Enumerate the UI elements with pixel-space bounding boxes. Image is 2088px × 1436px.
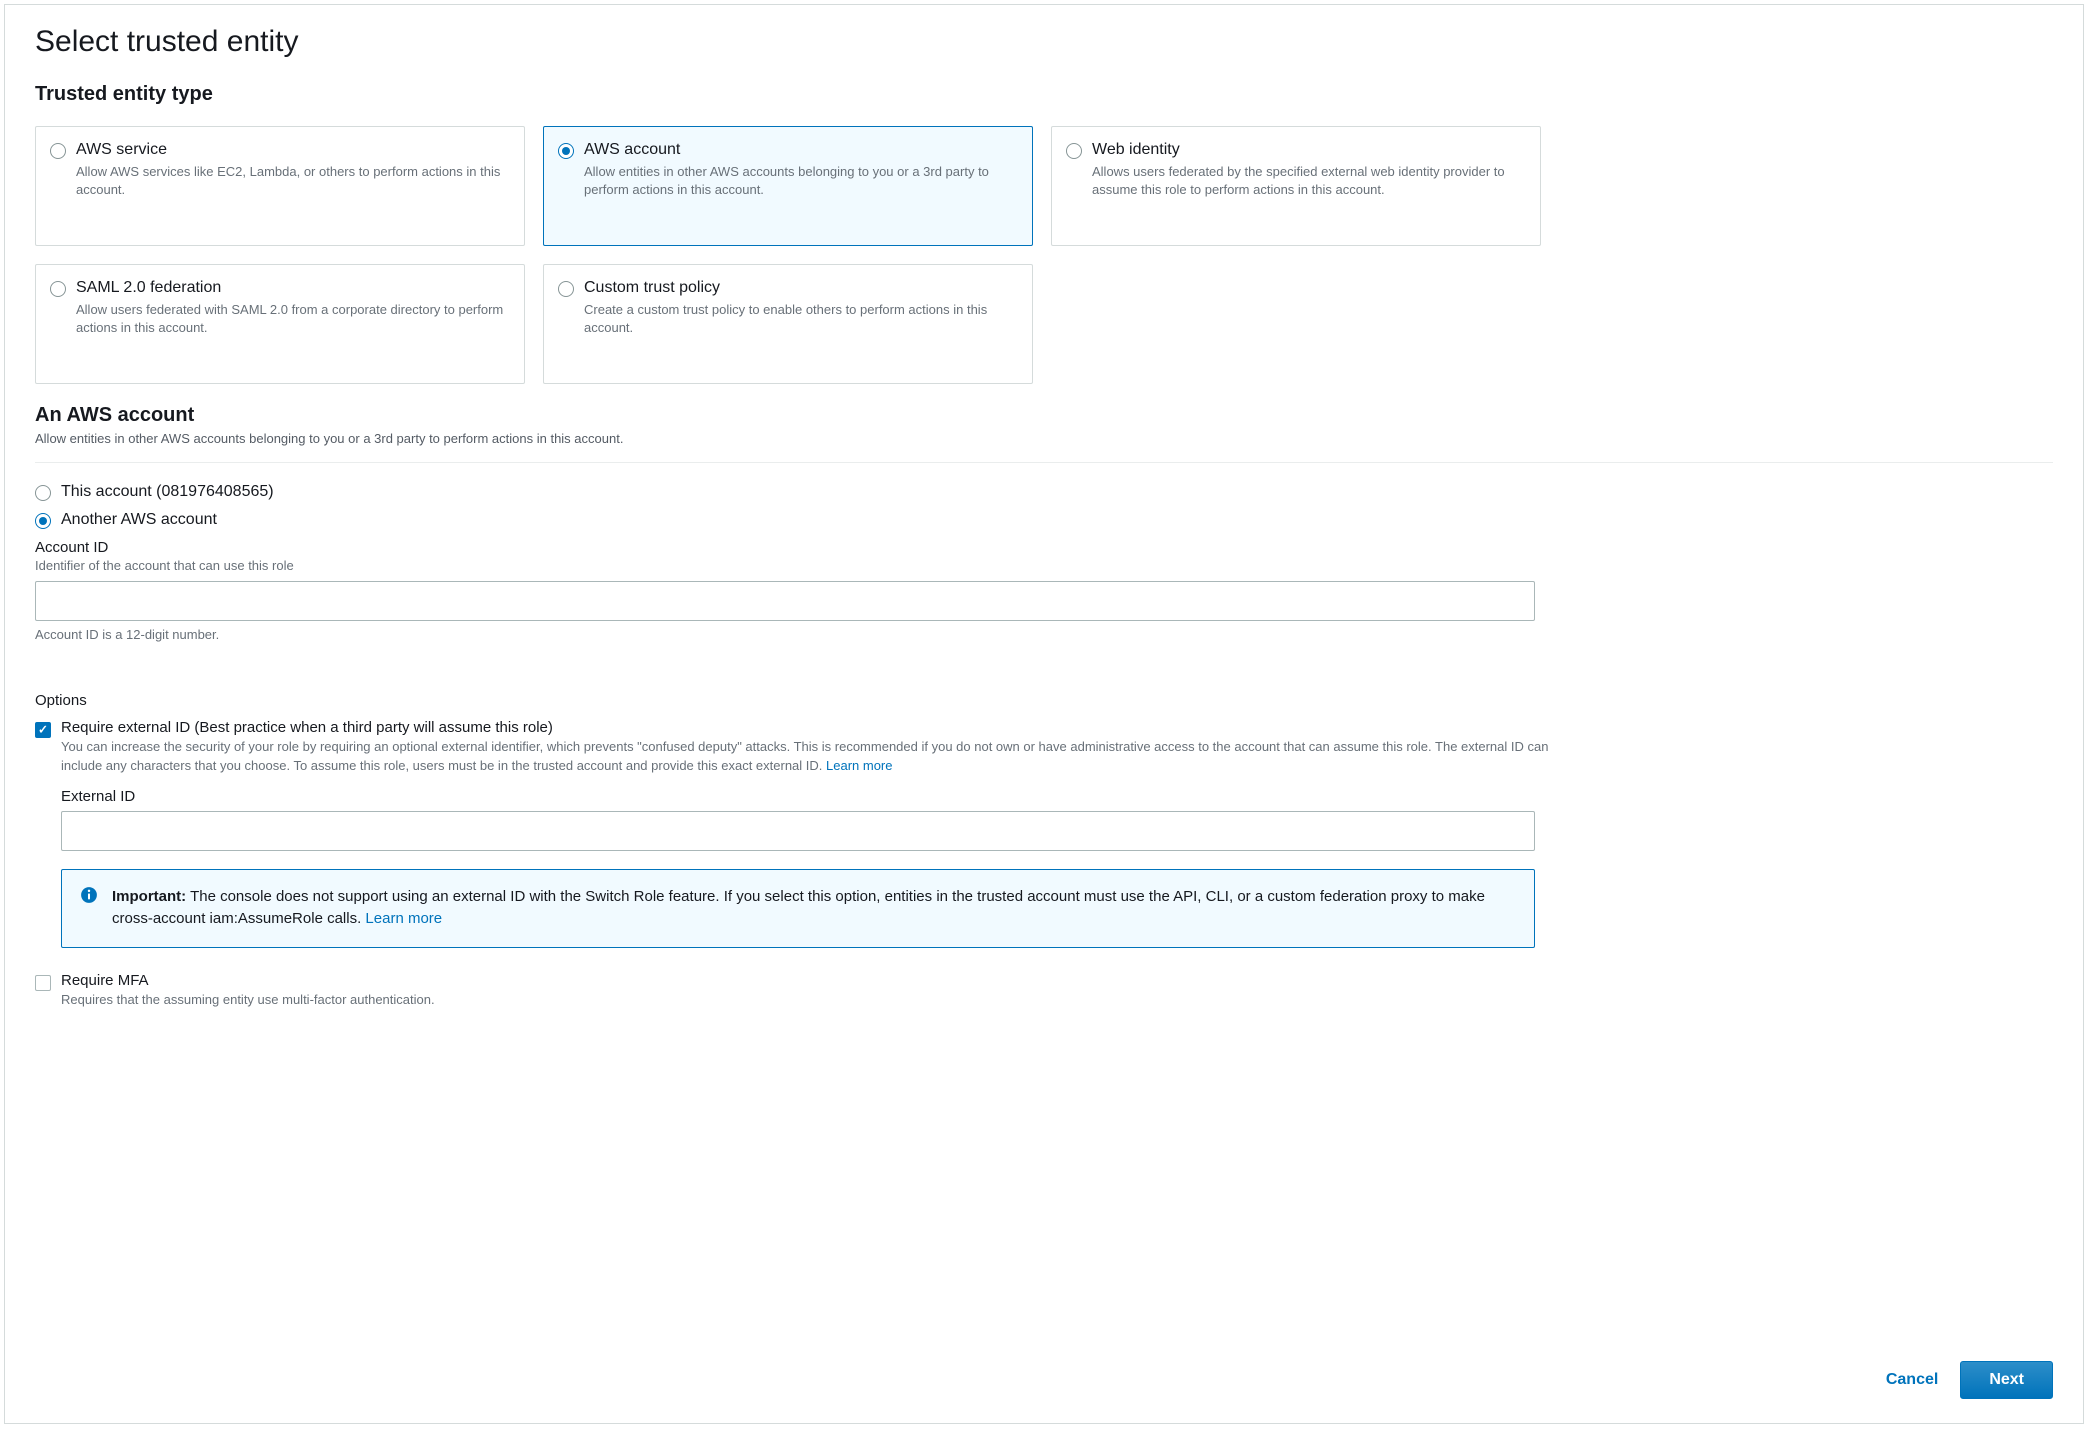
entity-card-aws-account[interactable]: AWS account Allow entities in other AWS …: [543, 126, 1033, 246]
entity-card-aws-service[interactable]: AWS service Allow AWS services like EC2,…: [35, 126, 525, 246]
entity-card-custom-trust-policy[interactable]: Custom trust policy Create a custom trus…: [543, 264, 1033, 384]
radio-icon: [558, 143, 574, 159]
divider: [35, 462, 2053, 463]
account-id-sublabel: Identifier of the account that can use t…: [35, 558, 2053, 573]
aws-account-section-desc: Allow entities in other AWS accounts bel…: [35, 431, 2053, 446]
card-title: Custom trust policy: [584, 279, 1018, 297]
entity-card-web-identity[interactable]: Web identity Allows users federated by t…: [1051, 126, 1541, 246]
card-desc: Create a custom trust policy to enable o…: [584, 301, 1018, 337]
radio-this-account[interactable]: This account (081976408565): [35, 483, 2053, 501]
info-body: The console does not support using an ex…: [112, 888, 1485, 928]
radio-icon: [558, 281, 574, 297]
external-id-input[interactable]: [61, 811, 1535, 851]
card-desc: Allow entities in other AWS accounts bel…: [584, 163, 1018, 199]
card-desc: Allows users federated by the specified …: [1092, 163, 1526, 199]
aws-account-section-title: An AWS account: [35, 404, 2053, 427]
require-external-id-desc: You can increase the security of your ro…: [61, 738, 1561, 776]
card-desc: Allow users federated with SAML 2.0 from…: [76, 301, 510, 337]
radio-icon: [35, 513, 51, 529]
options-label: Options: [35, 692, 2053, 709]
page-title: Select trusted entity: [35, 25, 2053, 59]
info-icon: [80, 886, 98, 904]
require-mfa-desc: Requires that the assuming entity use mu…: [61, 991, 2053, 1010]
card-title: AWS account: [584, 141, 1018, 159]
entity-card-saml-federation[interactable]: SAML 2.0 federation Allow users federate…: [35, 264, 525, 384]
require-mfa-checkbox[interactable]: [35, 975, 51, 991]
require-external-id-row: Require external ID (Best practice when …: [35, 719, 2053, 776]
info-bold: Important:: [112, 888, 186, 905]
radio-icon: [50, 281, 66, 297]
account-id-hint: Account ID is a 12-digit number.: [35, 627, 2053, 642]
radio-label: Another AWS account: [61, 511, 217, 529]
wizard-button-row: Cancel Next: [1880, 1361, 2053, 1399]
next-button[interactable]: Next: [1960, 1361, 2053, 1399]
external-id-label: External ID: [61, 788, 2053, 805]
trusted-entity-type-heading: Trusted entity type: [35, 83, 2053, 106]
card-title: Web identity: [1092, 141, 1526, 159]
info-learn-more-link[interactable]: Learn more: [365, 910, 442, 927]
account-id-input[interactable]: [35, 581, 1535, 621]
radio-another-account[interactable]: Another AWS account: [35, 511, 2053, 529]
require-external-id-title: Require external ID (Best practice when …: [61, 719, 1561, 736]
radio-label: This account (081976408565): [61, 483, 274, 501]
card-title: SAML 2.0 federation: [76, 279, 510, 297]
require-mfa-title: Require MFA: [61, 972, 2053, 989]
require-external-id-checkbox[interactable]: [35, 722, 51, 738]
entity-type-card-grid: AWS service Allow AWS services like EC2,…: [35, 126, 2053, 384]
require-mfa-row: Require MFA Requires that the assuming e…: [35, 972, 2053, 1010]
learn-more-link[interactable]: Learn more: [826, 758, 892, 773]
card-title: AWS service: [76, 141, 510, 159]
account-id-label: Account ID: [35, 539, 2053, 556]
important-info-box: Important: The console does not support …: [61, 869, 1535, 948]
card-desc: Allow AWS services like EC2, Lambda, or …: [76, 163, 510, 199]
radio-icon: [1066, 143, 1082, 159]
cancel-button[interactable]: Cancel: [1880, 1363, 1944, 1397]
radio-icon: [50, 143, 66, 159]
radio-icon: [35, 485, 51, 501]
info-text: Important: The console does not support …: [112, 886, 1516, 931]
desc-text: You can increase the security of your ro…: [61, 739, 1548, 773]
